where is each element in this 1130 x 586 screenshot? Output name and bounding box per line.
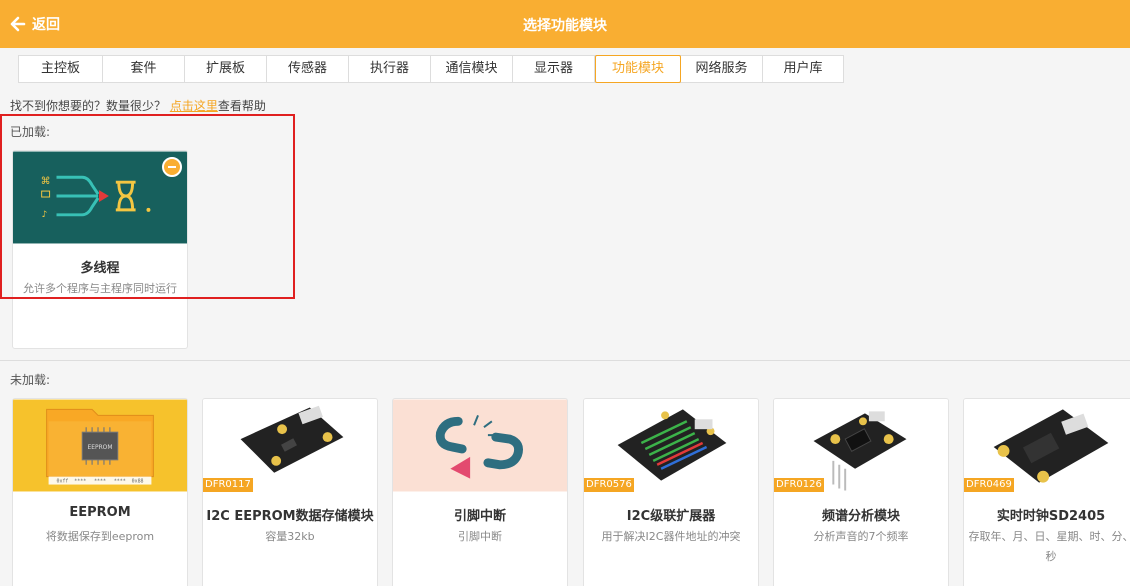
- tab-communication[interactable]: 通信模块: [431, 56, 513, 82]
- eeprom-thumbnail: EEPROM 0xff **** **** **** 0x88: [13, 399, 187, 492]
- tab-mainboard[interactable]: 主控板: [19, 56, 103, 82]
- tab-actuator[interactable]: 执行器: [349, 56, 431, 82]
- sku-badge: DFR0576: [584, 478, 634, 492]
- loaded-highlight-box: [0, 114, 295, 299]
- eeprom-cell-4: 0x88: [132, 479, 144, 485]
- module-card-i2c-expander[interactable]: DFR0576 I2C级联扩展器 用于解决I2C器件地址的冲突: [583, 398, 759, 586]
- module-name: I2C级联扩展器: [626, 509, 716, 524]
- module-name: I2C EEPROM数据存储模块: [206, 509, 374, 524]
- module-desc: 存取年、月、日、星期、时、分、秒: [968, 530, 1130, 563]
- tab-sensor[interactable]: 传感器: [267, 56, 349, 82]
- eeprom-cell-1: ****: [74, 479, 86, 485]
- module-name: EEPROM: [69, 505, 131, 520]
- module-name: 引脚中断: [453, 509, 506, 524]
- module-desc: 容量32kb: [265, 530, 315, 543]
- module-card-eeprom[interactable]: EEPROM 0xff **** **** **** 0x88 EEPROM 将…: [12, 398, 188, 586]
- sku-badge: DFR0469: [964, 478, 1014, 492]
- page-title: 选择功能模块: [523, 18, 607, 34]
- tab-function-module[interactable]: 功能模块: [595, 55, 681, 83]
- unloaded-section-label: 未加载:: [10, 373, 51, 387]
- eeprom-cell-3: ****: [114, 479, 126, 485]
- module-desc: 引脚中断: [458, 530, 502, 543]
- hint-text: 找不到你想要的？数量很少？: [10, 99, 170, 113]
- module-desc: 用于解决I2C器件地址的冲突: [601, 530, 741, 543]
- sku-badge: DFR0117: [203, 478, 253, 492]
- tab-kit[interactable]: 套件: [103, 56, 185, 82]
- header-bar: 返回 选择功能模块: [0, 0, 1130, 48]
- section-divider: [0, 360, 1130, 361]
- tab-display[interactable]: 显示器: [513, 56, 595, 82]
- tab-user-library[interactable]: 用户库: [763, 56, 843, 82]
- module-name: 实时时钟SD2405: [996, 509, 1106, 524]
- category-tabs: 主控板 套件 扩展板 传感器 执行器 通信模块 显示器 功能模块 网络服务 用户…: [18, 55, 844, 83]
- tab-expansion-board[interactable]: 扩展板: [185, 56, 267, 82]
- sku-badge: DFR0126: [774, 478, 824, 492]
- hint-suffix: 查看帮助: [217, 99, 266, 113]
- pin-interrupt-thumbnail: [393, 399, 567, 492]
- module-desc: 将数据保存到eeprom: [45, 530, 155, 543]
- module-card-i2c-eeprom[interactable]: DFR0117 I2C EEPROM数据存储模块 容量32kb: [202, 398, 378, 586]
- module-desc: 分析声音的7个频率: [813, 530, 909, 543]
- module-name: 频谱分析模块: [821, 509, 900, 524]
- help-hint: 找不到你想要的？数量很少？ 点击这里查看帮助: [10, 97, 266, 114]
- eeprom-chip-label: EEPROM: [88, 444, 113, 451]
- module-card-rtc[interactable]: DFR0469 实时时钟SD2405 存取年、月、日、星期、时、分、秒: [963, 398, 1130, 586]
- eeprom-cell-0: 0xff: [57, 479, 69, 485]
- tab-network-service[interactable]: 网络服务: [681, 56, 763, 82]
- eeprom-cell-2: ****: [94, 479, 106, 485]
- module-card-pin-interrupt[interactable]: 引脚中断 引脚中断: [392, 398, 568, 586]
- help-link[interactable]: 点击这里: [170, 99, 218, 113]
- module-card-spectrum[interactable]: DFR0126 频谱分析模块 分析声音的7个频率: [773, 398, 949, 586]
